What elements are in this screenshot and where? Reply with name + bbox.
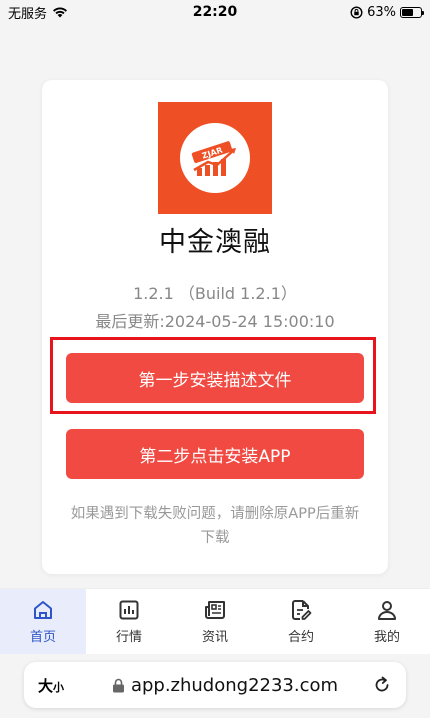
text-size-button[interactable]: 大小 [38, 675, 88, 696]
tab-mine-label: 我的 [373, 630, 400, 645]
reload-icon [375, 676, 389, 692]
app-logo-circle: ZJAR [180, 123, 250, 193]
install-card: ZJAR 中金澳融 1.2.1 （Build 1.2.1） 最后更新:2024-… [42, 80, 388, 574]
battery-icon [400, 6, 424, 18]
tab-mine[interactable]: 我的 [344, 589, 430, 654]
url-display[interactable]: app.zhudong2233.com [88, 675, 362, 696]
news-icon [205, 601, 225, 619]
text-size-big: 大 [38, 676, 54, 695]
last-updated: 最后更新:2024-05-24 15:00:10 [95, 312, 335, 331]
text-size-small: 小 [53, 680, 65, 694]
logo-text: ZJAR [201, 146, 224, 161]
browser-toolbar: 大小 app.zhudong2233.com [0, 654, 430, 718]
lock-icon [112, 678, 124, 692]
tab-bar: 首页 行情 资讯 合约 我的 [0, 588, 430, 654]
user-icon [378, 601, 396, 620]
app-name: 中金澳融 [159, 227, 271, 258]
status-right: 63% [350, 4, 424, 20]
reload-button[interactable] [362, 675, 392, 695]
logo-chart-icon: ZJAR [191, 141, 236, 176]
orientation-lock-icon [350, 5, 363, 19]
tab-market-label: 行情 [115, 630, 142, 645]
url-text: app.zhudong2233.com [130, 674, 339, 696]
status-left: 无服务 [8, 3, 68, 22]
app-version: 1.2.1 （Build 1.2.1） [133, 284, 297, 303]
carrier-label: 无服务 [8, 6, 48, 22]
tab-home-label: 首页 [29, 630, 56, 645]
battery-percent: 63% [367, 4, 396, 20]
contract-icon [292, 600, 312, 620]
download-hint: 如果遇到下载失败问题，请删除原APP后重新下载 [70, 506, 360, 546]
tab-home[interactable]: 首页 [0, 589, 86, 654]
install-profile-button[interactable]: 第一步安装描述文件 [66, 353, 364, 403]
tab-market[interactable]: 行情 [86, 589, 172, 654]
battery-level [402, 8, 414, 16]
install-app-button[interactable]: 第二步点击安装APP [66, 429, 364, 479]
tab-news[interactable]: 资讯 [172, 589, 258, 654]
tab-contract[interactable]: 合约 [258, 589, 344, 654]
address-bar[interactable]: 大小 app.zhudong2233.com [24, 662, 406, 708]
status-bar: 无服务 22:20 63% [0, 0, 430, 24]
tab-news-label: 资讯 [201, 630, 228, 645]
home-icon [34, 601, 52, 619]
chart-icon [119, 600, 139, 620]
wifi-icon [53, 7, 68, 18]
tab-contract-label: 合约 [287, 630, 314, 645]
app-logo: ZJAR [158, 102, 272, 214]
